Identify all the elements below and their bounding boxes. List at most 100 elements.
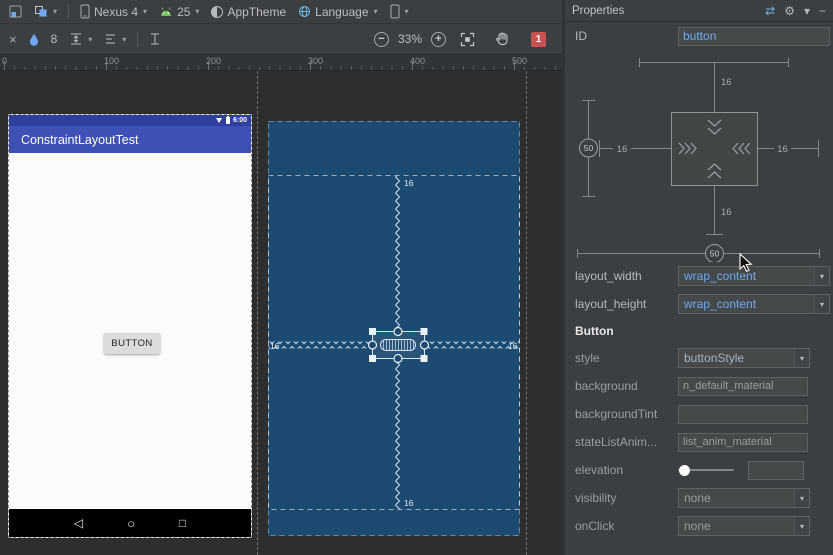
chevron-down-icon: ▾ [122, 34, 127, 44]
property-row-id: ID button [565, 22, 833, 50]
design-content: BUTTON [9, 153, 251, 509]
swap-views-icon[interactable]: ⇄ [765, 5, 775, 17]
property-row-elevation: elevation [565, 456, 833, 484]
property-label: background [575, 379, 638, 393]
device-selector[interactable]: Nexus 4 ▾ [75, 2, 152, 21]
action-bar: ConstraintLayoutTest [9, 126, 251, 153]
margin-label-right: 16 [508, 341, 518, 351]
inspector-margin-right[interactable]: 16 [777, 144, 788, 155]
selection-guide-right [526, 71, 527, 555]
onclick-dropdown[interactable]: none ▾ [678, 516, 810, 536]
margin-label-top: 16 [404, 178, 414, 188]
inspector-margin-top[interactable]: 16 [721, 77, 732, 88]
toolbar-separator [137, 31, 139, 47]
pan-button[interactable] [489, 29, 515, 49]
design-button-widget[interactable]: BUTTON [104, 333, 160, 354]
autoconnect-button[interactable] [24, 31, 44, 48]
anchor-left[interactable] [367, 340, 378, 350]
elevation-field[interactable] [748, 460, 804, 480]
gear-icon[interactable]: ⚙ [784, 5, 795, 17]
designer-structure-button[interactable] [4, 3, 27, 20]
ruler-label: 400 [410, 56, 426, 66]
chevron-down-icon: ▾ [88, 34, 93, 44]
property-label: style [575, 351, 600, 365]
home-icon: ○ [127, 515, 135, 531]
clear-constraints-button[interactable]: × [4, 31, 22, 48]
inspector-margin-left[interactable]: 16 [617, 144, 628, 155]
blueprint-device-bounds [268, 121, 520, 536]
section-title: Button [575, 324, 614, 338]
ruler-label: 0 [2, 56, 8, 66]
background-tint-field[interactable] [678, 404, 808, 424]
default-margin-selector[interactable]: 8 [46, 30, 63, 48]
pack-menu[interactable] [144, 30, 166, 48]
property-label: ID [575, 29, 587, 43]
design-view: 6:00 ConstraintLayoutTest BUTTON ◁ ○ □ [8, 114, 252, 538]
phone-icon [80, 4, 90, 19]
selection-guide-left [257, 71, 258, 555]
toolbar-separator [68, 4, 70, 19]
anchor-bottom[interactable] [393, 353, 403, 364]
property-row-style: style buttonStyle ▾ [565, 344, 833, 372]
constraint-inspector[interactable]: 50 50 16 16 16 16 [565, 50, 833, 262]
collapse-icon[interactable]: − [819, 5, 826, 17]
chevron-down-icon: ▾ [794, 489, 809, 507]
elevation-slider-thumb[interactable] [679, 464, 690, 476]
chevron-down-icon: ▾ [814, 295, 829, 313]
margin-label-left: 16 [270, 341, 280, 351]
horizontal-bias-value: 50 [710, 249, 720, 259]
properties-panel: Properties ⇄ ⚙ ▾ − ID button 50 50 16 16… [565, 0, 833, 555]
layout-width-dropdown[interactable]: wrap_content ▾ [678, 266, 830, 286]
default-margin-value: 8 [50, 32, 58, 46]
orientation-selector[interactable]: ▾ [385, 2, 414, 21]
layout-height-dropdown[interactable]: wrap_content ▾ [678, 294, 830, 314]
blueprint-button-widget[interactable] [367, 326, 430, 364]
constraint-spring-left [269, 341, 372, 349]
elevation-slider[interactable] [678, 464, 734, 477]
vertical-bias-value: 50 [584, 143, 594, 153]
property-label: layout_width [575, 269, 642, 283]
wifi-icon [215, 118, 222, 123]
visibility-dropdown[interactable]: none ▾ [678, 488, 810, 508]
battery-icon [225, 115, 230, 124]
inspector-widget-square [671, 112, 758, 186]
align-menu[interactable]: ▾ [99, 31, 131, 47]
property-row-layout-height: layout_height wrap_content ▾ [565, 290, 833, 318]
horizontal-ruler: 0 100 200 300 400 500 [0, 55, 562, 71]
zoom-out-button[interactable]: − [373, 31, 389, 47]
property-row-background: background n_default_material [565, 372, 833, 400]
zoom-in-button[interactable]: + [431, 31, 446, 47]
property-label: onClick [575, 519, 615, 533]
property-row-background-tint: backgroundTint [565, 400, 833, 428]
chevron-down-icon[interactable]: ▾ [804, 5, 810, 17]
property-label: elevation [575, 463, 624, 477]
api-version-selector[interactable]: 25 ▾ [154, 3, 204, 21]
property-row-layout-width: layout_width wrap_content ▾ [565, 262, 833, 290]
margins-menu[interactable]: ▾ [64, 30, 97, 48]
theme-selector[interactable]: AppTheme [206, 3, 291, 21]
style-dropdown[interactable]: buttonStyle ▾ [678, 348, 810, 368]
error-badge[interactable]: 1 [531, 31, 546, 47]
margins-icon [71, 33, 82, 45]
chevron-down-icon: ▾ [794, 517, 809, 535]
chevron-down-icon: ▾ [814, 267, 829, 285]
background-field[interactable]: n_default_material [678, 376, 808, 396]
inspector-margin-bottom[interactable]: 16 [721, 207, 732, 218]
ruler-label: 200 [206, 56, 222, 66]
recents-icon: □ [178, 516, 187, 530]
state-list-anim-field[interactable]: list_anim_material [678, 432, 808, 452]
property-label: backgroundTint [575, 407, 658, 421]
surface-selector[interactable]: ▾ [29, 3, 62, 20]
zoom-fit-button[interactable] [455, 30, 480, 49]
chevron-down-icon: ▾ [404, 7, 409, 16]
property-label: visibility [575, 491, 617, 505]
zoom-level: 33% [397, 32, 422, 46]
anchor-top[interactable] [393, 326, 403, 337]
anchor-right[interactable] [419, 340, 430, 350]
close-icon: × [9, 31, 17, 47]
pack-icon [151, 33, 160, 45]
property-row-visibility: visibility none ▾ [565, 484, 833, 512]
id-field[interactable]: button [678, 26, 830, 46]
language-selector[interactable]: Language ▾ [293, 3, 382, 21]
droplet-icon [29, 33, 38, 46]
